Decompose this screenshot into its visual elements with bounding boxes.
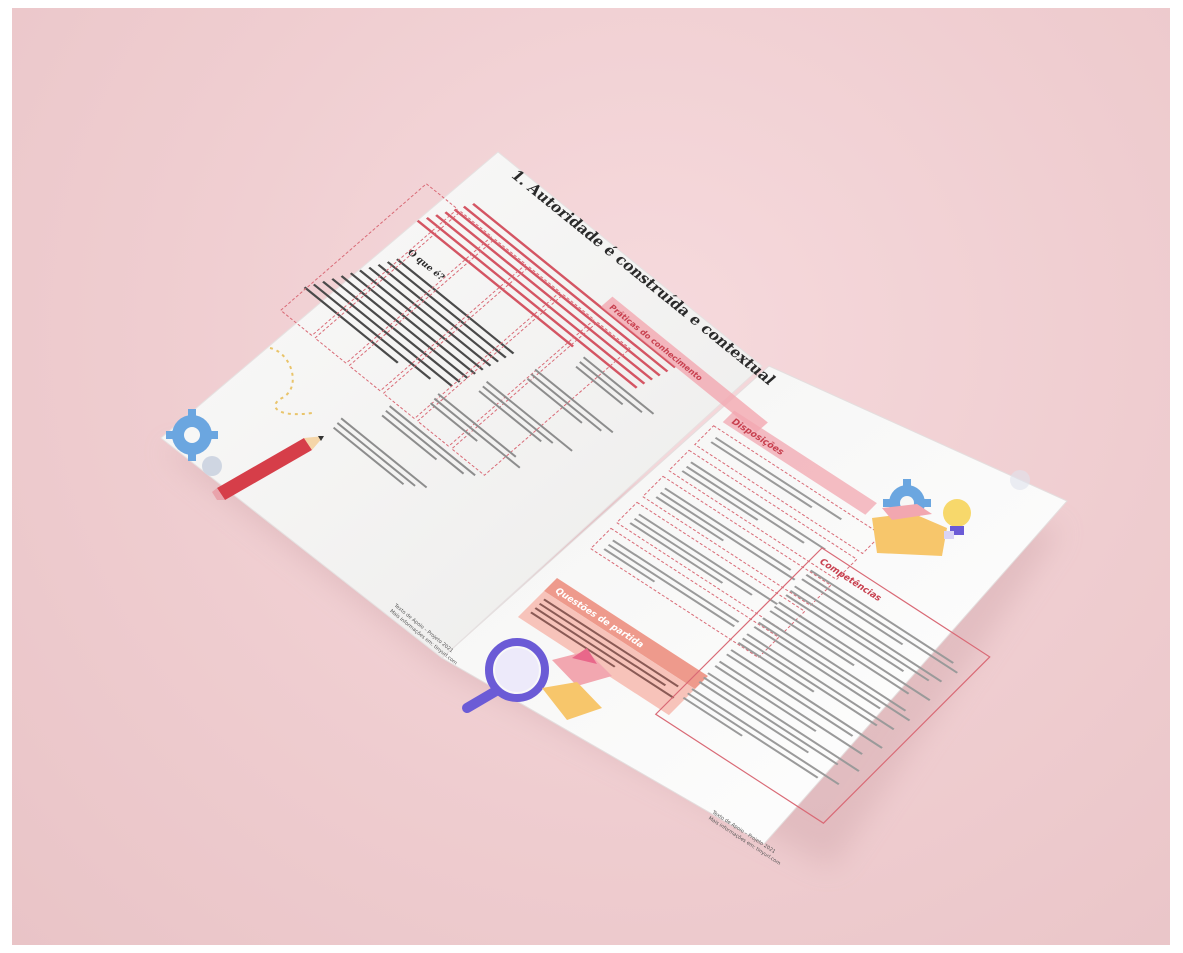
gear-icon	[1010, 470, 1030, 490]
photo-background: ...... Disposições Questões de partida	[12, 8, 1170, 945]
brochure-mockup: ...... Disposições Questões de partida	[160, 151, 1068, 868]
